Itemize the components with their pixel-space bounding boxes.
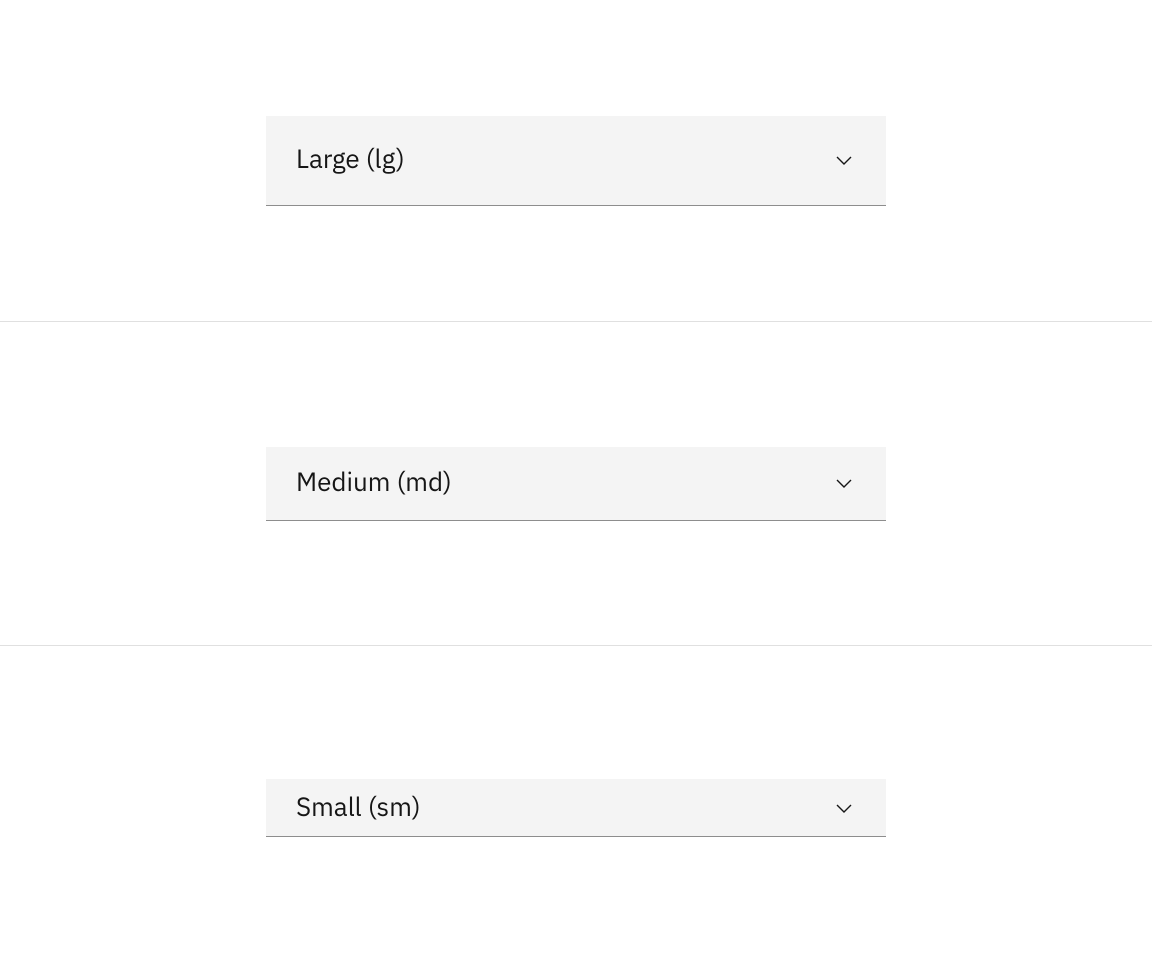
- chevron-down-icon: [832, 796, 856, 820]
- chevron-down-icon: [832, 471, 856, 495]
- dropdown-medium[interactable]: Medium (md): [266, 447, 886, 521]
- section-medium: Medium (md): [0, 322, 1152, 646]
- dropdown-large-label: Large (lg): [296, 143, 405, 177]
- dropdown-large[interactable]: Large (lg): [266, 116, 886, 206]
- section-small: Small (sm): [0, 646, 1152, 970]
- dropdown-small[interactable]: Small (sm): [266, 779, 886, 837]
- section-large: Large (lg): [0, 0, 1152, 322]
- chevron-down-icon: [832, 148, 856, 172]
- dropdown-medium-label: Medium (md): [296, 466, 452, 500]
- dropdown-small-label: Small (sm): [296, 791, 421, 825]
